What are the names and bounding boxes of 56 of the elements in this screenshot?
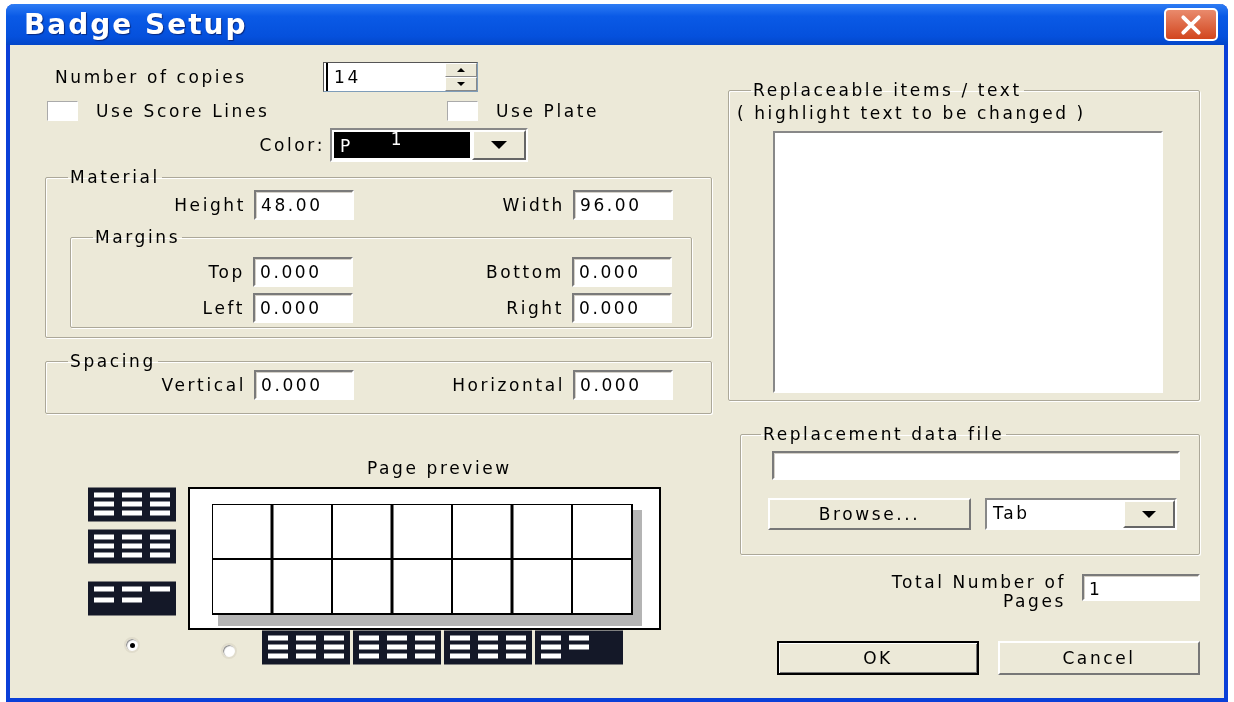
group-label: Replaceable items / text: [752, 81, 1023, 99]
color-number: 1: [390, 128, 405, 149]
field-label: Top: [207, 262, 245, 282]
group-label: Spacing: [69, 352, 157, 370]
field-label: Left: [201, 298, 245, 318]
text-field[interactable]: 0.000: [254, 370, 354, 400]
preview-title: Page preview: [367, 458, 513, 478]
checkbox[interactable]: [447, 101, 478, 121]
file-path-field[interactable]: [772, 451, 1180, 480]
close-button[interactable]: [1164, 8, 1218, 41]
up-arrow-icon: [457, 68, 465, 72]
dropdown-button[interactable]: [1123, 500, 1175, 528]
color-dropdown[interactable]: P 1: [330, 127, 528, 162]
group-label: Replacement data file: [762, 425, 1006, 443]
spin-box[interactable]: 14: [323, 62, 478, 92]
color-code: P: [340, 135, 353, 156]
caret-icon: [491, 140, 507, 149]
hint-text: ( highlight text to be changed ): [737, 103, 1087, 123]
down-arrow-icon: [457, 82, 465, 86]
field-label: Color:: [258, 134, 326, 155]
field-label: Height: [173, 195, 246, 215]
dialog-button[interactable]: OK: [777, 641, 979, 675]
spin-up-button[interactable]: [445, 63, 477, 77]
group-label: Margins: [94, 228, 182, 246]
field-label: Bottom: [485, 262, 564, 282]
field-label: Total Number of Pages: [890, 573, 1066, 611]
window-title: Badge Setup: [24, 8, 248, 41]
text-field[interactable]: 0.000: [253, 293, 353, 323]
radio-button[interactable]: [124, 637, 140, 653]
spin-down-button[interactable]: [445, 77, 477, 91]
text-field[interactable]: 48.00: [254, 190, 354, 220]
field-label: Right: [505, 298, 564, 318]
field-label: Vertical: [160, 375, 246, 395]
layout-icon: [88, 529, 176, 564]
text-field[interactable]: 0.000: [572, 293, 672, 323]
layout-icon: [88, 487, 176, 522]
text-field[interactable]: 0.000: [253, 257, 353, 287]
text-field[interactable]: 96.00: [573, 190, 673, 220]
field-label: Horizontal: [451, 375, 565, 395]
delimiter-dropdown[interactable]: Tab: [985, 498, 1177, 530]
close-icon: [1178, 13, 1204, 36]
checkbox[interactable]: [47, 101, 78, 121]
browse-button[interactable]: Browse...: [768, 498, 971, 530]
text-field[interactable]: 1: [1082, 574, 1200, 601]
radio-button[interactable]: [221, 643, 237, 659]
group-label: Material: [69, 168, 161, 186]
field-label: Width: [501, 195, 565, 215]
dropdown-button[interactable]: [472, 129, 526, 160]
dialog-button[interactable]: Cancel: [998, 641, 1200, 675]
text-field[interactable]: 0.000: [573, 370, 673, 400]
caret-icon: [1142, 510, 1156, 518]
checkbox-label: Use Score Lines: [96, 101, 270, 121]
text-field[interactable]: 0.000: [572, 257, 672, 287]
checkbox-label: Use Plate: [496, 101, 600, 121]
field-label: Number of copies: [54, 67, 248, 87]
layout-icon: [88, 581, 176, 616]
